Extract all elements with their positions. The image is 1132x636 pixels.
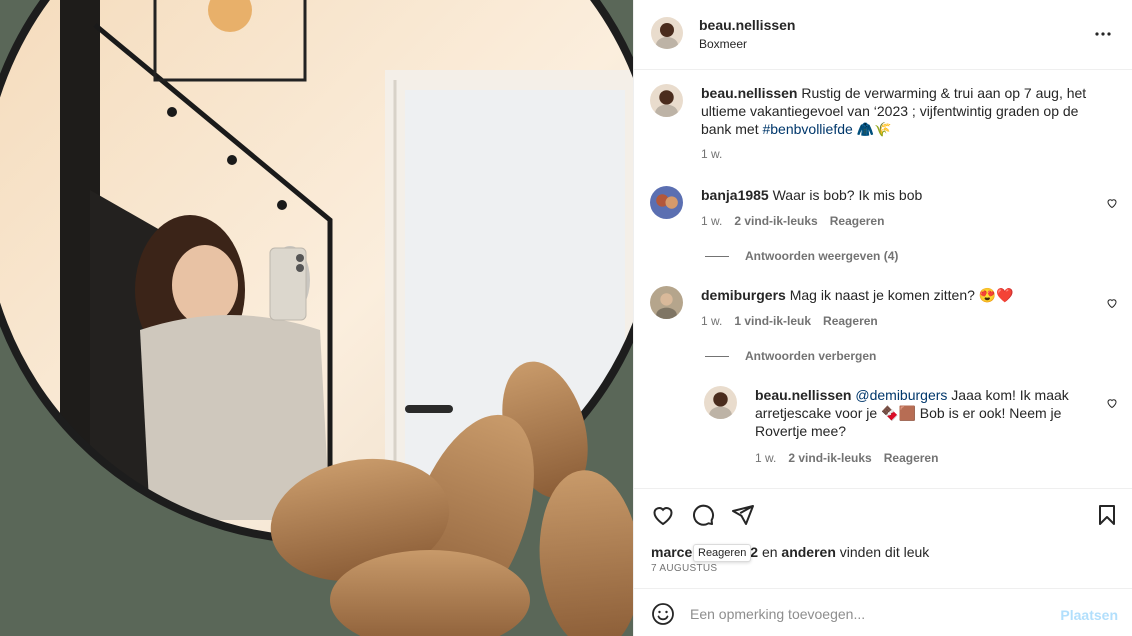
paper-plane-icon[interactable] (731, 503, 755, 527)
divider-line (705, 355, 729, 357)
caption-username[interactable]: beau.nellissen (701, 85, 797, 101)
emoji-smile-icon[interactable] (651, 602, 675, 626)
post-photo[interactable] (0, 0, 633, 636)
comment-meta: 1 w. 1 vind-ik-leuk Reageren (701, 314, 878, 328)
reply-username[interactable]: beau.nellissen (755, 387, 851, 403)
hashtag-link[interactable]: #benbvolliefde (762, 121, 852, 137)
avatar[interactable] (704, 386, 737, 419)
reply-item: beau.nellissen @demiburgers Jaaa kom! Ik… (704, 386, 1120, 476)
reply-likes[interactable]: 2 vind-ik-leuks (788, 451, 871, 465)
comment-composer: Plaatsen (634, 588, 1132, 636)
caption: beau.nellissen Rustig de verwarming & tr… (650, 84, 1120, 164)
bookmark-icon[interactable] (1095, 503, 1119, 527)
comment-likes[interactable]: 1 vind-ik-leuk (734, 314, 811, 328)
comment-meta: 1 w. 2 vind-ik-leuks Reageren (701, 214, 884, 228)
post-author-username[interactable]: beau.nellissen (699, 17, 795, 33)
view-replies-button[interactable]: Antwoorden weergeven (4) (705, 249, 898, 263)
comment-username[interactable]: banja1985 (701, 187, 769, 203)
mirror-selfie-image (0, 0, 633, 636)
avatar[interactable] (650, 186, 683, 219)
comment-body: Waar is bob? Ik mis bob (772, 187, 923, 203)
hide-replies-label: Antwoorden verbergen (745, 349, 877, 363)
comment-like-heart-icon[interactable] (1106, 297, 1118, 309)
likes-others-link[interactable]: anderen (781, 544, 835, 560)
mention-link[interactable]: @demiburgers (855, 387, 947, 403)
heart-icon[interactable] (651, 503, 675, 527)
post-date[interactable]: 7 AUGUSTUS (651, 563, 717, 574)
reply-button[interactable]: Reageren (830, 214, 885, 228)
post-location[interactable]: Boxmeer (699, 37, 747, 51)
view-replies-label: Antwoorden weergeven (4) (745, 249, 899, 263)
reply-text: beau.nellissen @demiburgers Jaaa kom! Ik… (755, 386, 1098, 440)
comment-age[interactable]: 1 w. (701, 314, 722, 328)
reply-tooltip: Reageren (693, 544, 752, 562)
caption-emoji: 🧥🌾 (856, 121, 892, 137)
comment-body: Mag ik naast je komen zitten? 😍❤️ (789, 287, 1014, 303)
avatar[interactable] (650, 84, 683, 117)
caption-text: beau.nellissen Rustig de verwarming & tr… (701, 84, 1098, 138)
comment-like-heart-icon[interactable] (1106, 397, 1118, 409)
comments-list[interactable]: beau.nellissen Rustig de verwarming & tr… (634, 71, 1132, 488)
comment-age[interactable]: 1 w. (701, 214, 722, 228)
avatar[interactable] (651, 17, 683, 49)
more-options-icon[interactable] (1091, 22, 1115, 46)
reply-meta: 1 w. 2 vind-ik-leuks Reageren (755, 451, 938, 465)
post-header: beau.nellissen Boxmeer (634, 0, 1132, 70)
post-comment-button[interactable]: Plaatsen (1060, 607, 1118, 623)
comment-username[interactable]: demiburgers (701, 287, 786, 303)
comment-text: banja1985 Waar is bob? Ik mis bob (701, 186, 1098, 204)
divider-line (705, 255, 729, 257)
comment-like-heart-icon[interactable] (1106, 197, 1118, 209)
hide-replies-button[interactable]: Antwoorden verbergen (705, 349, 876, 363)
comment-item: banja1985 Waar is bob? Ik mis bob 1 w. 2… (650, 186, 1120, 266)
comment-likes[interactable]: 2 vind-ik-leuks (734, 214, 817, 228)
liked-by-username[interactable]: marce (651, 544, 692, 560)
comment-text: demiburgers Mag ik naast je komen zitten… (701, 286, 1098, 304)
comment-icon[interactable] (691, 503, 715, 527)
action-bar (634, 488, 1132, 538)
avatar[interactable] (650, 286, 683, 319)
reply-button[interactable]: Reageren (823, 314, 878, 328)
caption-age[interactable]: 1 w. (701, 147, 722, 161)
caption-meta: 1 w. (701, 147, 722, 161)
reply-age[interactable]: 1 w. (755, 451, 776, 465)
post-side-panel: beau.nellissen Boxmeer beau.nellissen Ru… (633, 0, 1132, 636)
reply-button[interactable]: Reageren (884, 451, 939, 465)
liked-by-username-tail[interactable]: 2 (750, 544, 758, 560)
comment-item: demiburgers Mag ik naast je komen zitten… (650, 286, 1120, 366)
comment-input[interactable] (690, 601, 1030, 627)
